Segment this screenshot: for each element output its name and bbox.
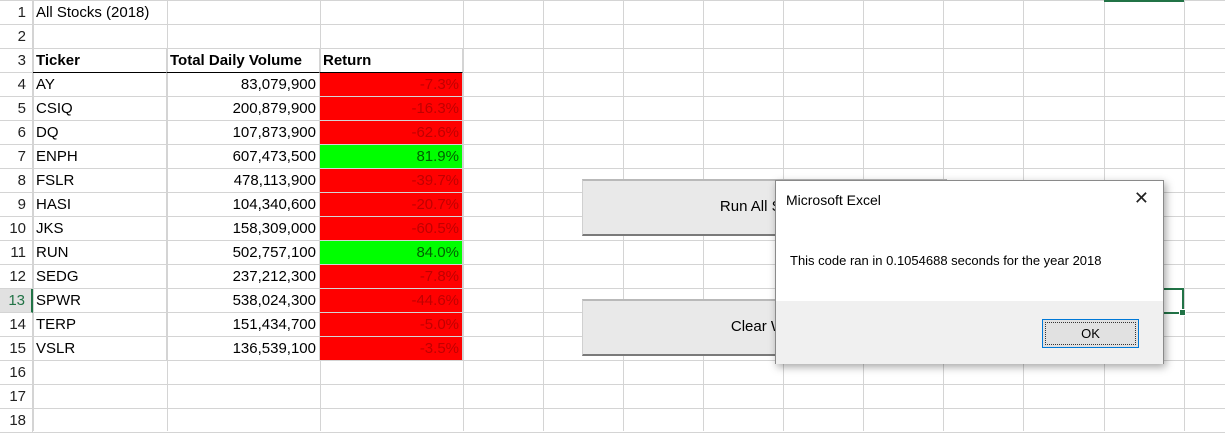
return-cell[interactable]: -60.5%: [320, 217, 463, 241]
return-cell[interactable]: -7.8%: [320, 265, 463, 289]
row-header[interactable]: 3: [0, 49, 33, 73]
return-cell[interactable]: -3.5%: [320, 337, 463, 361]
row-header[interactable]: 17: [0, 385, 33, 409]
row-header[interactable]: 10: [0, 217, 33, 241]
volume-cell[interactable]: 607,473,500: [167, 145, 320, 169]
row-header[interactable]: 12: [0, 265, 33, 289]
row-header[interactable]: 14: [0, 313, 33, 337]
volume-cell[interactable]: 158,309,000: [167, 217, 320, 241]
row-gridline: [0, 384, 1225, 385]
close-icon[interactable]: ✕: [1134, 188, 1149, 209]
volume-cell[interactable]: 107,873,900: [167, 121, 320, 145]
ticker-cell[interactable]: TERP: [33, 313, 167, 337]
return-cell[interactable]: 84.0%: [320, 241, 463, 265]
return-cell[interactable]: -20.7%: [320, 193, 463, 217]
return-cell[interactable]: -62.6%: [320, 121, 463, 145]
header-return[interactable]: Return: [320, 49, 463, 73]
return-cell[interactable]: -7.3%: [320, 73, 463, 97]
row-header[interactable]: 15: [0, 337, 33, 361]
row-header[interactable]: 6: [0, 121, 33, 145]
ticker-cell[interactable]: AY: [33, 73, 167, 97]
volume-cell[interactable]: 104,340,600: [167, 193, 320, 217]
ticker-cell[interactable]: SEDG: [33, 265, 167, 289]
dialog-footer: OK: [776, 301, 1163, 364]
return-cell[interactable]: -39.7%: [320, 169, 463, 193]
return-cell[interactable]: -5.0%: [320, 313, 463, 337]
row-header[interactable]: 9: [0, 193, 33, 217]
row-header[interactable]: 7: [0, 145, 33, 169]
volume-cell[interactable]: 237,212,300: [167, 265, 320, 289]
row-gridline: [0, 0, 1225, 1]
dialog-message: This code ran in 0.1054688 seconds for t…: [790, 253, 1102, 268]
row-header[interactable]: 4: [0, 73, 33, 97]
ticker-cell[interactable]: RUN: [33, 241, 167, 265]
volume-cell[interactable]: 538,024,300: [167, 289, 320, 313]
row-header[interactable]: 18: [0, 409, 33, 433]
volume-cell[interactable]: 151,434,700: [167, 313, 320, 337]
row-header[interactable]: 13: [0, 289, 33, 313]
message-box: Microsoft Excel ✕ This code ran in 0.105…: [775, 180, 1164, 364]
row-header[interactable]: 8: [0, 169, 33, 193]
ticker-cell[interactable]: JKS: [33, 217, 167, 241]
volume-cell[interactable]: 136,539,100: [167, 337, 320, 361]
row-gridline: [0, 24, 1225, 25]
selection-top-indicator: [1104, 0, 1184, 2]
row-header[interactable]: 16: [0, 361, 33, 385]
header-ticker[interactable]: Ticker: [33, 49, 167, 73]
return-cell[interactable]: 81.9%: [320, 145, 463, 169]
sheet-title-cell[interactable]: All Stocks (2018): [33, 1, 167, 25]
return-cell[interactable]: -16.3%: [320, 97, 463, 121]
ticker-cell[interactable]: ENPH: [33, 145, 167, 169]
ticker-cell[interactable]: CSIQ: [33, 97, 167, 121]
ticker-cell[interactable]: SPWR: [33, 289, 167, 313]
dialog-title: Microsoft Excel: [786, 192, 881, 208]
row-header[interactable]: 1: [0, 1, 33, 25]
ticker-cell[interactable]: VSLR: [33, 337, 167, 361]
row-gridline: [0, 408, 1225, 409]
volume-cell[interactable]: 200,879,900: [167, 97, 320, 121]
row-header[interactable]: 2: [0, 25, 33, 49]
volume-cell[interactable]: 83,079,900: [167, 73, 320, 97]
ticker-cell[interactable]: HASI: [33, 193, 167, 217]
ok-button[interactable]: OK: [1042, 319, 1139, 348]
ticker-cell[interactable]: FSLR: [33, 169, 167, 193]
header-volume[interactable]: Total Daily Volume: [167, 49, 320, 73]
row-header[interactable]: 11: [0, 241, 33, 265]
volume-cell[interactable]: 478,113,900: [167, 169, 320, 193]
ticker-cell[interactable]: DQ: [33, 121, 167, 145]
volume-cell[interactable]: 502,757,100: [167, 241, 320, 265]
row-header[interactable]: 5: [0, 97, 33, 121]
return-cell[interactable]: -44.6%: [320, 289, 463, 313]
